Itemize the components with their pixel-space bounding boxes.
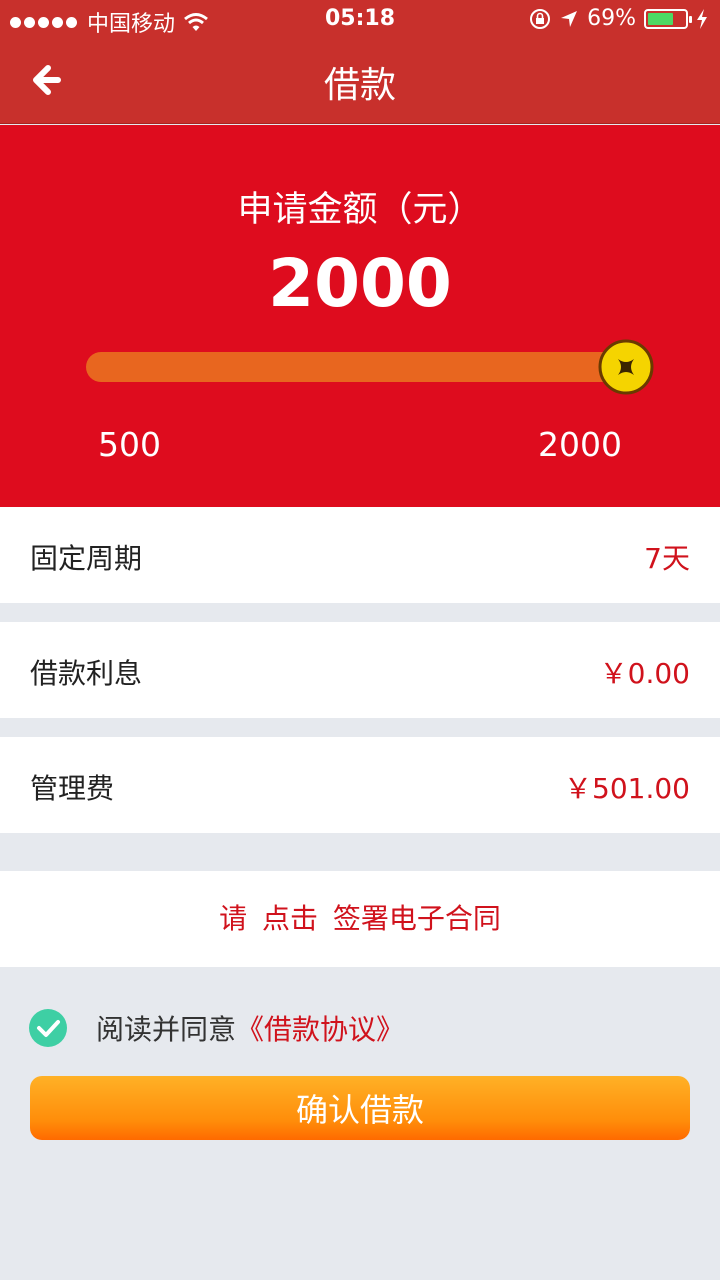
detail-label: 固定周期 [30, 542, 143, 575]
detail-label: 借款利息 [30, 657, 143, 690]
agreement-row: 阅读并同意 《借款协议》 [28, 1008, 404, 1048]
loan-agreement-link[interactable]: 《借款协议》 [236, 1008, 404, 1048]
detail-row-interest: 借款利息 ￥0.00 [0, 622, 720, 718]
amount-value: 2000 [268, 245, 452, 322]
slider-max-label: 2000 [538, 425, 622, 464]
confirm-loan-button[interactable]: 确认借款 [30, 1076, 690, 1140]
agreement-text: 阅读并同意 [96, 1013, 237, 1046]
charging-bolt-icon [697, 8, 707, 29]
battery-icon [644, 8, 692, 29]
detail-row-period: 固定周期 7天 [0, 507, 720, 603]
amount-panel: 申请金额（元） 2000 500 2000 [0, 125, 720, 507]
detail-row-management-fee: 管理费 ￥501.00 [0, 737, 720, 833]
amount-slider-track[interactable] [86, 352, 646, 382]
sign-contract-link[interactable]: 请 点击 签署电子合同 [0, 871, 720, 967]
page-title: 借款 [323, 65, 396, 106]
detail-value: ￥0.00 [599, 657, 690, 690]
detail-value: ￥501.00 [564, 772, 690, 805]
battery-percent: 69% [587, 6, 636, 31]
checkmark-circle-icon[interactable] [28, 1008, 68, 1048]
location-arrow-icon [561, 10, 578, 27]
detail-label: 管理费 [30, 772, 115, 805]
orientation-lock-icon [530, 8, 551, 29]
status-bar: 中国移动 05:18 69% [0, 0, 720, 40]
detail-value: 7天 [644, 542, 690, 575]
nav-bar: 借款 [0, 40, 720, 124]
coin-slider-handle-icon[interactable] [598, 339, 654, 395]
amount-label: 申请金额（元） [237, 190, 483, 230]
slider-min-label: 500 [98, 425, 161, 464]
